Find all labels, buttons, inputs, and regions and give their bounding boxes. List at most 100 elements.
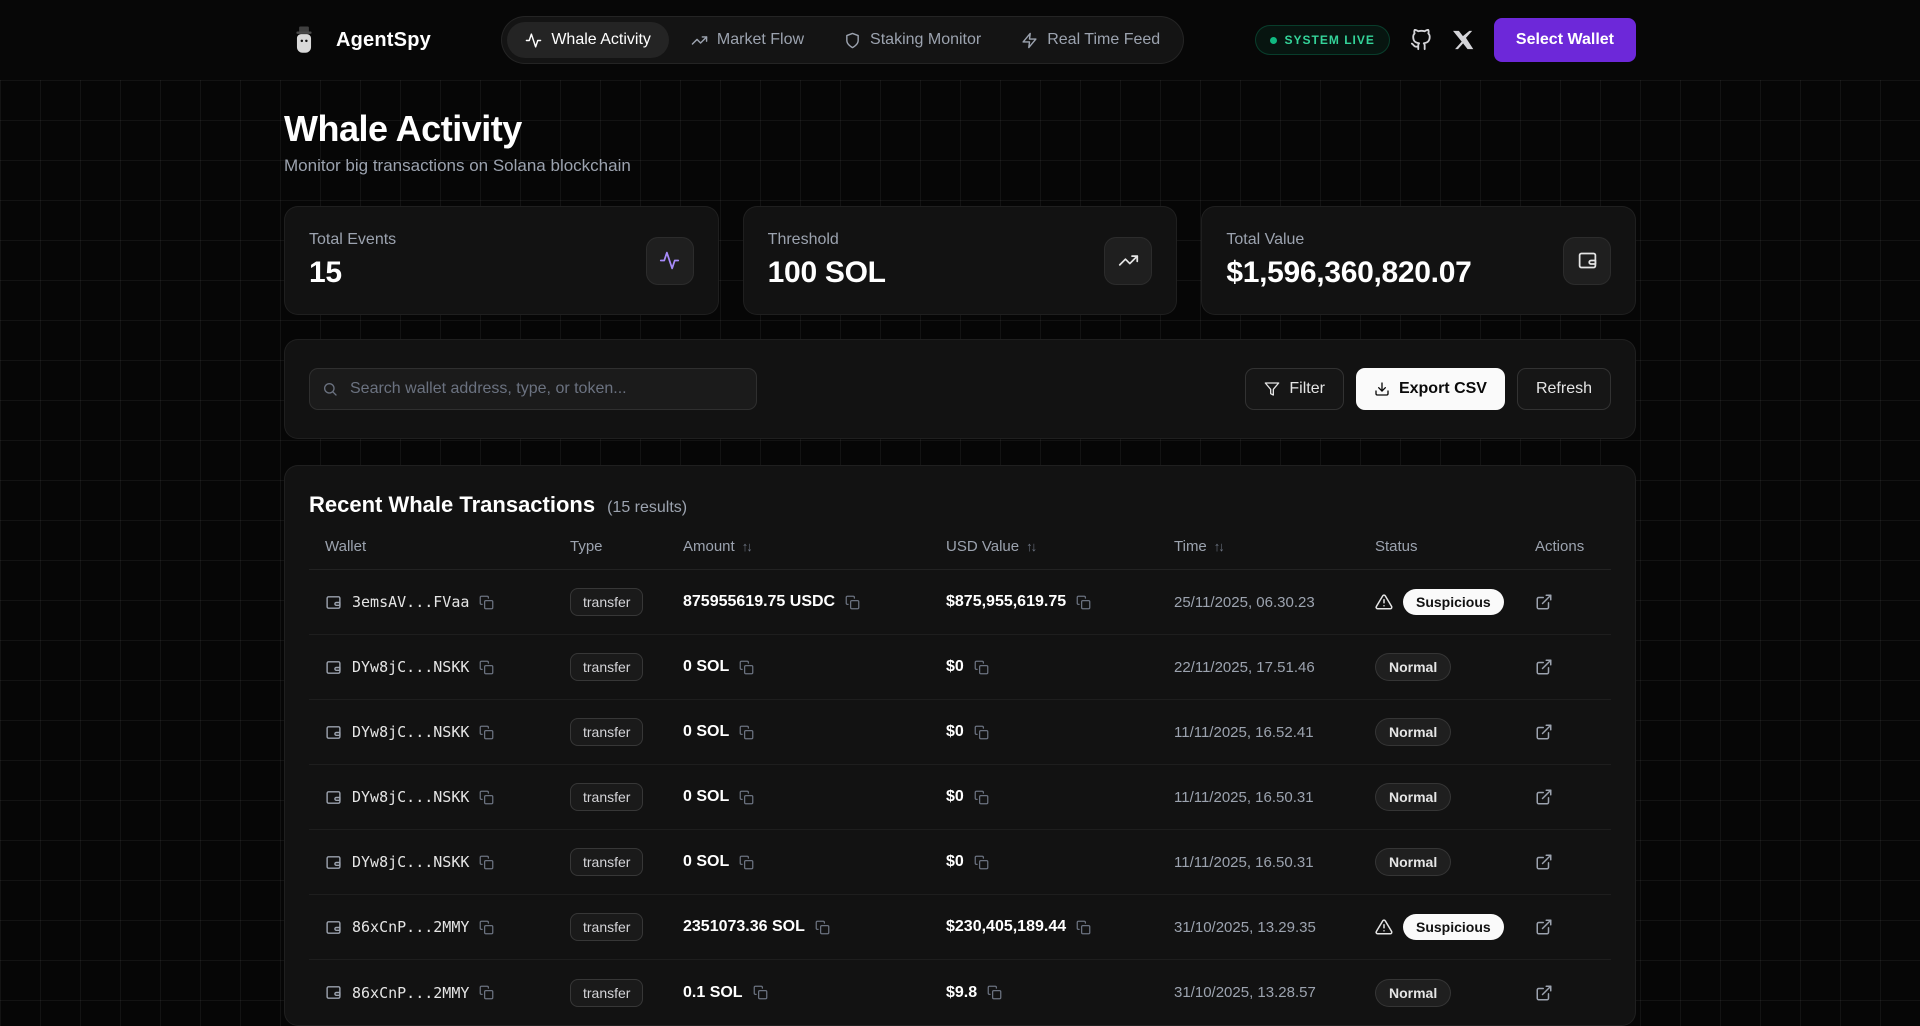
copy-icon[interactable] — [739, 790, 754, 805]
tab-staking-monitor[interactable]: Staking Monitor — [826, 22, 999, 58]
copy-icon[interactable] — [845, 595, 860, 610]
wallet-address: DYw8jC...NSKK — [352, 658, 469, 676]
tab-label: Whale Activity — [551, 31, 651, 49]
time-value: 11/11/2025, 16.50.31 — [1158, 789, 1359, 806]
system-live-label: SYSTEM LIVE — [1285, 33, 1375, 47]
column-header-wallet: Wallet — [309, 538, 554, 555]
external-link-icon[interactable] — [1535, 723, 1553, 741]
agentspy-logo-icon — [284, 18, 324, 62]
table-header-row: Wallet Type Amount↑↓ USD Value↑↓ Time↑↓ … — [309, 538, 1611, 570]
table-row: DYw8jC...NSKK transfer 0 SOL $0 11/11/20… — [309, 765, 1611, 830]
export-csv-label: Export CSV — [1399, 380, 1487, 398]
zap-icon — [1021, 32, 1038, 49]
github-icon[interactable] — [1410, 29, 1432, 51]
copy-icon[interactable] — [479, 920, 494, 935]
activity-icon — [646, 237, 694, 285]
wallet-icon — [1563, 237, 1611, 285]
download-icon — [1374, 381, 1390, 397]
column-label: Time — [1174, 538, 1207, 555]
external-link-icon[interactable] — [1535, 853, 1553, 871]
activity-icon — [525, 32, 542, 49]
table-row: DYw8jC...NSKK transfer 0 SOL $0 11/11/20… — [309, 830, 1611, 895]
warning-icon — [1375, 918, 1393, 936]
stat-value: 100 SOL — [768, 256, 886, 290]
export-csv-button[interactable]: Export CSV — [1356, 368, 1505, 410]
column-header-status: Status — [1359, 538, 1519, 555]
filter-icon — [1264, 381, 1280, 397]
copy-icon[interactable] — [479, 855, 494, 870]
stat-label: Threshold — [768, 231, 886, 249]
stat-value: $1,596,360,820.07 — [1226, 256, 1471, 290]
copy-icon[interactable] — [1076, 920, 1091, 935]
copy-icon[interactable] — [815, 920, 830, 935]
table-title: Recent Whale Transactions — [309, 492, 595, 518]
external-link-icon[interactable] — [1535, 658, 1553, 676]
type-badge: transfer — [570, 848, 643, 876]
sort-icon: ↑↓ — [742, 539, 751, 554]
wallet-address: 3emsAV...FVaa — [352, 593, 469, 611]
wallet-address: DYw8jC...NSKK — [352, 723, 469, 741]
stat-card-total-events: Total Events 15 — [284, 206, 719, 315]
column-header-usd-value[interactable]: USD Value ↑↓ — [930, 538, 1158, 555]
tab-whale-activity[interactable]: Whale Activity — [507, 22, 669, 58]
tab-label: Market Flow — [717, 31, 804, 49]
copy-icon[interactable] — [739, 725, 754, 740]
external-link-icon[interactable] — [1535, 788, 1553, 806]
column-label: USD Value — [946, 538, 1019, 555]
table-row: DYw8jC...NSKK transfer 0 SOL $0 11/11/20… — [309, 700, 1611, 765]
search-input[interactable] — [309, 368, 757, 410]
amount-value: 0 SOL — [683, 723, 729, 741]
toolbar: Filter Export CSV Refresh — [284, 339, 1636, 439]
column-label: Amount — [683, 538, 735, 555]
warning-icon — [1375, 593, 1393, 611]
status-badge: Suspicious — [1403, 914, 1504, 940]
status-badge: Suspicious — [1403, 589, 1504, 615]
sort-icon: ↑↓ — [1026, 539, 1035, 554]
external-link-icon[interactable] — [1535, 593, 1553, 611]
copy-icon[interactable] — [974, 790, 989, 805]
usd-value: $0 — [946, 853, 964, 871]
copy-icon[interactable] — [739, 660, 754, 675]
column-header-time[interactable]: Time↑↓ — [1158, 538, 1359, 555]
type-badge: transfer — [570, 783, 643, 811]
copy-icon[interactable] — [479, 660, 494, 675]
wallet-icon — [325, 724, 342, 741]
copy-icon[interactable] — [479, 790, 494, 805]
refresh-button[interactable]: Refresh — [1517, 368, 1611, 410]
brand: AgentSpy — [284, 18, 431, 62]
page-title: Whale Activity — [284, 108, 1636, 150]
usd-value: $0 — [946, 723, 964, 741]
amount-value: 0 SOL — [683, 853, 729, 871]
type-badge: transfer — [570, 718, 643, 746]
wallet-icon — [325, 789, 342, 806]
column-header-amount[interactable]: Amount ↑↓ — [667, 538, 930, 555]
tab-market-flow[interactable]: Market Flow — [673, 22, 822, 58]
select-wallet-button[interactable]: Select Wallet — [1494, 18, 1636, 62]
amount-value: 2351073.36 SOL — [683, 918, 805, 936]
time-value: 31/10/2025, 13.29.35 — [1158, 919, 1359, 936]
tab-label: Real Time Feed — [1047, 31, 1160, 49]
filter-button[interactable]: Filter — [1245, 368, 1344, 410]
copy-icon[interactable] — [479, 725, 494, 740]
tab-real-time-feed[interactable]: Real Time Feed — [1003, 22, 1178, 58]
amount-value: 0 SOL — [683, 788, 729, 806]
status-badge: Normal — [1375, 653, 1451, 681]
external-link-icon[interactable] — [1535, 918, 1553, 936]
copy-icon[interactable] — [479, 595, 494, 610]
copy-icon[interactable] — [974, 660, 989, 675]
refresh-label: Refresh — [1536, 380, 1592, 398]
main-content: Whale Activity Monitor big transactions … — [284, 80, 1636, 1026]
x-twitter-icon[interactable] — [1452, 29, 1474, 51]
copy-icon[interactable] — [739, 855, 754, 870]
time-value: 25/11/2025, 06.30.23 — [1158, 594, 1359, 611]
transactions-card: Recent Whale Transactions (15 results) W… — [284, 465, 1636, 1026]
page-subtitle: Monitor big transactions on Solana block… — [284, 156, 1636, 176]
usd-value: $230,405,189.44 — [946, 918, 1066, 936]
copy-icon[interactable] — [1076, 595, 1091, 610]
top-nav: AgentSpy Whale Activity Market Flow Stak… — [0, 0, 1920, 80]
copy-icon[interactable] — [974, 725, 989, 740]
time-value: 11/11/2025, 16.52.41 — [1158, 724, 1359, 741]
status-badge: Normal — [1375, 718, 1451, 746]
copy-icon[interactable] — [974, 855, 989, 870]
stat-card-threshold: Threshold 100 SOL — [743, 206, 1178, 315]
